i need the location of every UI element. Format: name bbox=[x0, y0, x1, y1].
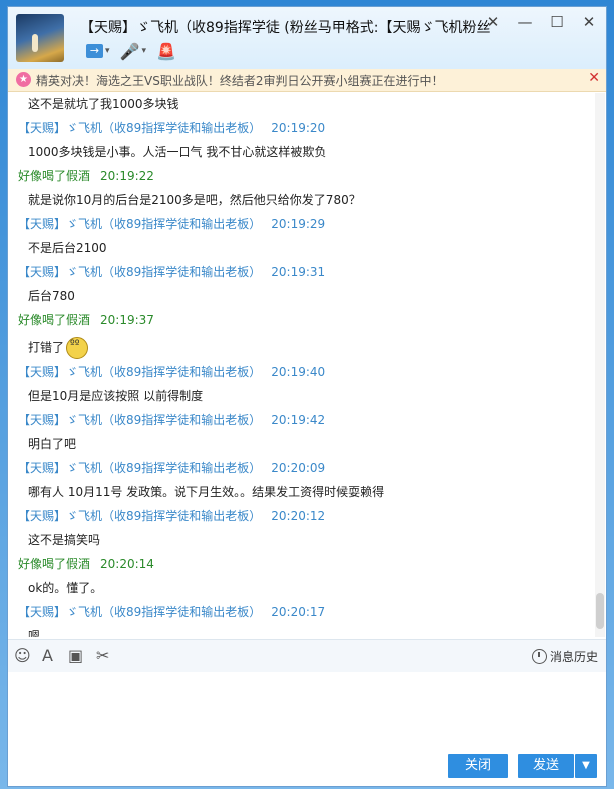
message-time: 20:20:14 bbox=[100, 557, 154, 571]
message-text-content: ok的。懂了。 bbox=[28, 581, 103, 595]
message-text: 哪有人 10月11号 发政策。说下月生效。。结果发工资得时候耍赖得 bbox=[28, 483, 384, 500]
message-text-content: 哪有人 10月11号 发政策。说下月生效。。结果发工资得时候耍赖得 bbox=[28, 485, 385, 499]
message-time: 20:19:22 bbox=[100, 169, 154, 183]
send-options-button[interactable]: ▼ bbox=[575, 754, 597, 778]
sender-name[interactable]: 【天赐】ゞ飞机（收89指挥学徒和输出老板） bbox=[18, 265, 261, 279]
sender-name[interactable]: 好像喝了假酒 bbox=[18, 557, 90, 571]
message-text: 后台780 bbox=[28, 287, 75, 304]
clock-icon bbox=[531, 649, 547, 664]
chevron-down-icon: ▾ bbox=[141, 46, 146, 56]
title-toolbar: → ▾ 🎤 ▾ 🚨 bbox=[86, 41, 176, 61]
message-text-content: 这不是搞笑吗 bbox=[28, 533, 101, 547]
message-text-content: 但是10月是应该按照 以前得制度 bbox=[28, 389, 204, 403]
settings-icon[interactable]: ✕ bbox=[482, 13, 504, 31]
message-text: 1000多块钱是小事。人活一口气 我不甘心就这样被欺负 bbox=[28, 143, 326, 160]
window-title: 【天赐】ゞ飞机（收89指挥学徒 (粉丝马甲格式:【天赐ゞ飞机粉丝 bbox=[80, 20, 491, 36]
message-header: 【天赐】ゞ飞机（收89指挥学徒和输出老板） 20:19:40 bbox=[18, 363, 325, 380]
title-bar: 【天赐】ゞ飞机（收89指挥学徒 (粉丝马甲格式:【天赐ゞ飞机粉丝 ✕ — ☐ ✕… bbox=[8, 7, 606, 69]
minimize-button[interactable]: — bbox=[514, 13, 536, 31]
message-text-content: 1000多块钱是小事。人活一口气 我不甘心就这样被欺负 bbox=[28, 145, 327, 159]
message-text: 就是说你10月的后台是2100多是吧，然后他只给你发了780？ bbox=[28, 191, 361, 208]
message-header: 【天赐】ゞ飞机（收89指挥学徒和输出老板） 20:19:20 bbox=[18, 119, 325, 136]
message-text: 但是10月是应该按照 以前得制度 bbox=[28, 387, 203, 404]
message-time: 20:19:29 bbox=[271, 217, 326, 231]
message-header: 好像喝了假酒 20:19:22 bbox=[18, 167, 154, 184]
scrollbar-thumb[interactable] bbox=[596, 593, 604, 629]
message-time: 20:19:37 bbox=[100, 313, 154, 327]
message-text: 打错了 bbox=[28, 337, 89, 359]
sender-name[interactable]: 【天赐】ゞ飞机（收89指挥学徒和输出老板） bbox=[18, 605, 261, 619]
message-text: 嗯 bbox=[28, 627, 40, 637]
voice-button[interactable]: 🎤 ▾ bbox=[120, 41, 146, 61]
message-text: 这不是搞笑吗 bbox=[28, 531, 100, 548]
message-text: 不是后台2100 bbox=[28, 239, 107, 256]
emoji-face-icon bbox=[66, 337, 89, 359]
sender-name[interactable]: 【天赐】ゞ飞机（收89指挥学徒和输出老板） bbox=[18, 509, 261, 523]
sender-name[interactable]: 【天赐】ゞ飞机（收89指挥学徒和输出老板） bbox=[18, 365, 261, 379]
message-header: 【天赐】ゞ飞机（收89指挥学徒和输出老板） 20:19:29 bbox=[18, 215, 325, 232]
close-window-button[interactable]: ✕ bbox=[578, 13, 600, 31]
font-icon[interactable]: A bbox=[42, 646, 53, 665]
message-time: 20:20:09 bbox=[271, 461, 326, 475]
history-label: 消息历史 bbox=[549, 650, 598, 664]
banner-text: 精英对决！海选之王VS职业战队！终结者2审判日公开赛小组赛正在进行中！ bbox=[36, 74, 444, 88]
share-button[interactable]: → ▾ bbox=[86, 41, 110, 61]
send-button[interactable]: 发送 bbox=[518, 754, 574, 778]
message-text-content: 嗯 bbox=[28, 629, 41, 637]
message-header: 好像喝了假酒 20:19:37 bbox=[18, 311, 154, 328]
message-text: ok的。懂了。 bbox=[28, 579, 102, 596]
message-text-content: 后台780 bbox=[28, 289, 75, 303]
message-header: 【天赐】ゞ飞机（收89指挥学徒和输出老板） 20:20:12 bbox=[18, 507, 325, 524]
message-text-content: 打错了 bbox=[28, 340, 65, 355]
sender-name[interactable]: 【天赐】ゞ飞机（收89指挥学徒和输出老板） bbox=[18, 413, 261, 427]
message-time: 20:19:40 bbox=[271, 365, 326, 379]
message-text-content: 明白了吧 bbox=[28, 437, 77, 451]
star-icon: ★ bbox=[16, 72, 31, 87]
message-input[interactable] bbox=[8, 672, 606, 752]
scrollbar[interactable] bbox=[595, 93, 605, 637]
input-toolbar: ☺ A ▣ ✂ 消息历史 bbox=[8, 639, 606, 673]
chevron-down-icon: ▾ bbox=[105, 46, 110, 56]
message-text-content: 就是说你10月的后台是2100多是吧，然后他只给你发了780？ bbox=[28, 193, 361, 207]
message-header: 【天赐】ゞ飞机（收89指挥学徒和输出老板） 20:20:09 bbox=[18, 459, 325, 476]
message-text-content: 不是后台2100 bbox=[28, 241, 107, 255]
message-header: 好像喝了假酒 20:20:14 bbox=[18, 555, 154, 572]
sender-name[interactable]: 好像喝了假酒 bbox=[18, 313, 90, 327]
microphone-icon: 🎤 bbox=[119, 41, 140, 61]
emoji-icon[interactable]: ☺ bbox=[14, 646, 31, 665]
window-controls: ✕ — ☐ ✕ bbox=[482, 13, 600, 31]
message-area[interactable]: 这不是就坑了我1000多块钱【天赐】ゞ飞机（收89指挥学徒和输出老板） 20:19… bbox=[8, 93, 606, 637]
announcement-banner[interactable]: ★ 精英对决！海选之王VS职业战队！终结者2审判日公开赛小组赛正在进行中！ ✕ bbox=[8, 69, 606, 92]
message-text: 这不是就坑了我1000多块钱 bbox=[28, 97, 179, 111]
message-text: 明白了吧 bbox=[28, 435, 76, 452]
scissors-icon[interactable]: ✂ bbox=[96, 646, 109, 665]
maximize-button[interactable]: ☐ bbox=[546, 13, 568, 31]
message-header: 【天赐】ゞ飞机（收89指挥学徒和输出老板） 20:19:42 bbox=[18, 411, 325, 428]
message-header: 【天赐】ゞ飞机（收89指挥学徒和输出老板） 20:19:31 bbox=[18, 263, 325, 280]
message-time: 20:20:12 bbox=[271, 509, 326, 523]
image-icon[interactable]: ▣ bbox=[68, 646, 83, 665]
message-time: 20:19:20 bbox=[271, 121, 326, 135]
sender-name[interactable]: 【天赐】ゞ飞机（收89指挥学徒和输出老板） bbox=[18, 461, 261, 475]
sender-name[interactable]: 【天赐】ゞ飞机（收89指挥学徒和输出老板） bbox=[18, 217, 261, 231]
message-history-button[interactable]: 消息历史 bbox=[531, 648, 598, 665]
message-time: 20:19:31 bbox=[271, 265, 326, 279]
chat-window: 【天赐】ゞ飞机（收89指挥学徒 (粉丝马甲格式:【天赐ゞ飞机粉丝 ✕ — ☐ ✕… bbox=[7, 6, 607, 787]
alarm-icon: 🚨 bbox=[155, 41, 176, 61]
sender-name[interactable]: 【天赐】ゞ飞机（收89指挥学徒和输出老板） bbox=[18, 121, 261, 135]
close-button[interactable]: 关闭 bbox=[448, 754, 508, 778]
message-header: 【天赐】ゞ飞机（收89指挥学徒和输出老板） 20:20:17 bbox=[18, 603, 325, 620]
message-time: 20:20:17 bbox=[271, 605, 326, 619]
avatar[interactable] bbox=[16, 14, 64, 62]
close-banner-icon[interactable]: ✕ bbox=[588, 70, 600, 86]
sender-name[interactable]: 好像喝了假酒 bbox=[18, 169, 90, 183]
message-time: 20:19:42 bbox=[271, 413, 326, 427]
alarm-button[interactable]: 🚨 bbox=[156, 41, 176, 61]
share-icon: → bbox=[86, 44, 103, 58]
